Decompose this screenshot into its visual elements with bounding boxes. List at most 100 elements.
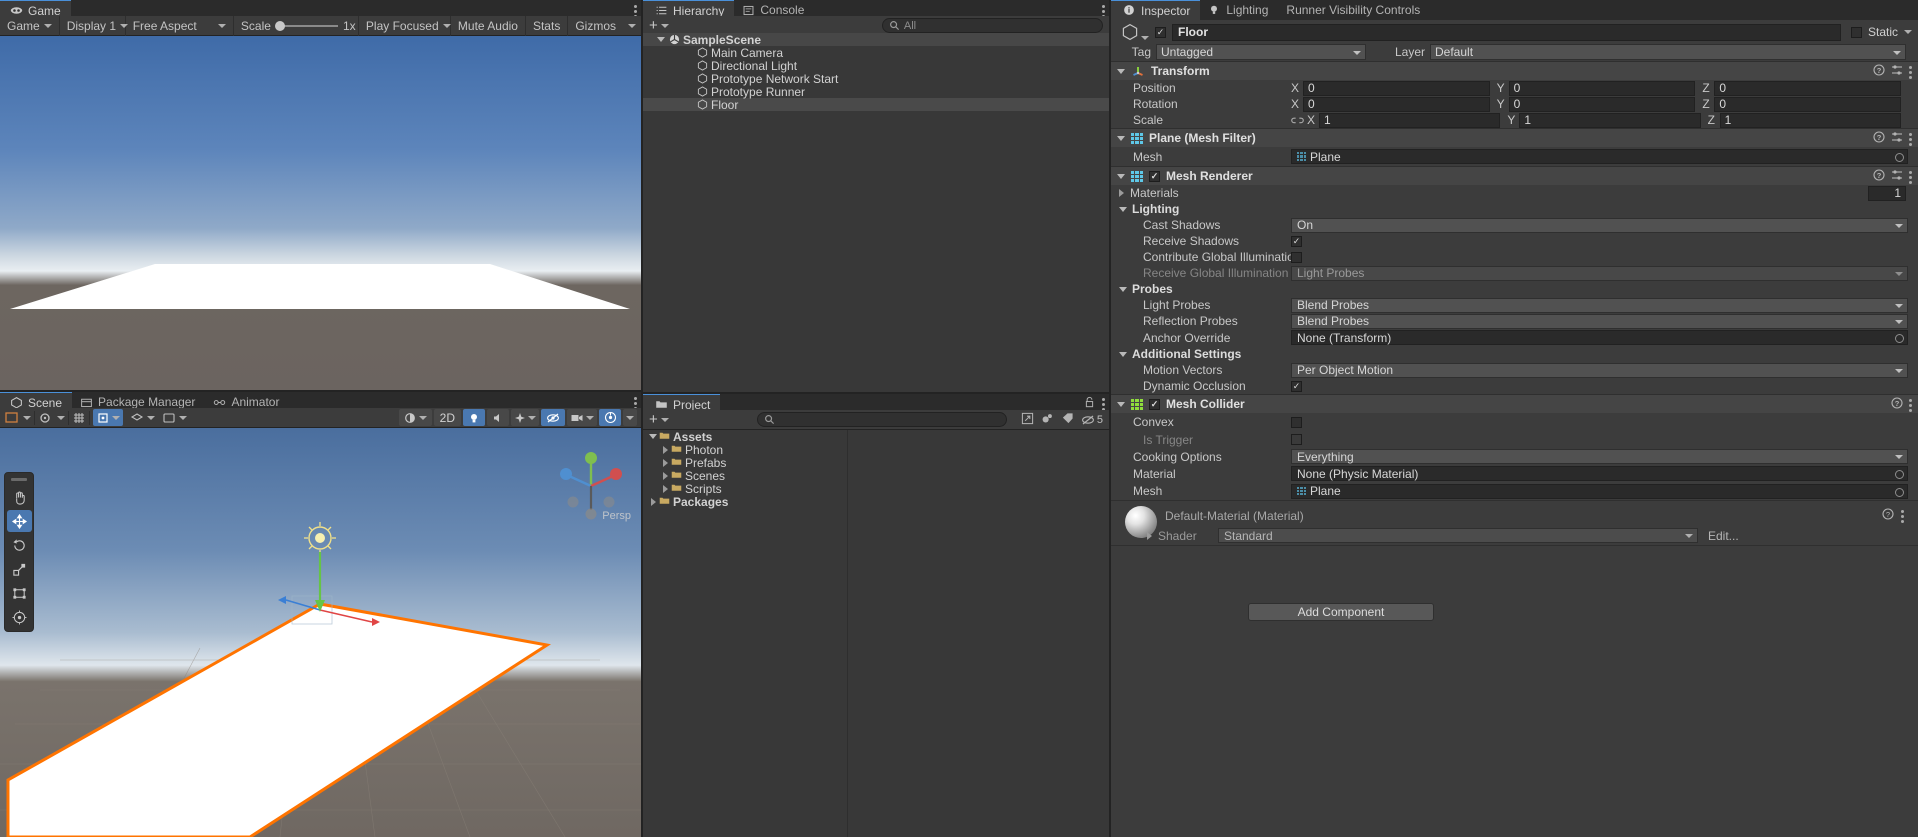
mesh-renderer-header[interactable]: ✓ Mesh Renderer ? bbox=[1111, 167, 1918, 185]
hierarchy-item-directional-light[interactable]: Directional Light bbox=[643, 59, 1109, 73]
hierarchy-item-prototype-runner[interactable]: Prototype Runner bbox=[643, 85, 1109, 99]
shader-edit-button[interactable]: Edit... bbox=[1704, 529, 1745, 543]
scene-tool-palette[interactable] bbox=[4, 472, 34, 632]
chevron-down-icon[interactable] bbox=[1117, 68, 1125, 74]
hidden-count-icon[interactable]: 5 bbox=[1081, 414, 1103, 426]
light-probes-dropdown[interactable]: Blend Probes bbox=[1291, 297, 1908, 313]
chevron-down-icon[interactable] bbox=[1119, 351, 1127, 357]
contribute-gi-checkbox[interactable] bbox=[1291, 251, 1302, 263]
scene-audio-toggle[interactable] bbox=[487, 409, 509, 426]
game-gizmos-dropdown[interactable] bbox=[623, 16, 641, 36]
collider-mesh-field[interactable]: Plane bbox=[1291, 483, 1908, 499]
kebab-icon[interactable] bbox=[1102, 397, 1105, 411]
materials-count-field[interactable]: 1 bbox=[1868, 185, 1906, 201]
kebab-icon[interactable] bbox=[1909, 132, 1912, 146]
chevron-down-icon[interactable] bbox=[657, 37, 665, 42]
rotation-z-field[interactable]: 0 bbox=[1714, 96, 1902, 112]
project-item-assets[interactable]: Assets bbox=[643, 430, 847, 444]
transform-tool-button[interactable] bbox=[7, 606, 32, 628]
scene-layers-toggle[interactable] bbox=[130, 411, 155, 425]
scale-z-field[interactable]: 1 bbox=[1719, 112, 1901, 128]
filter-label-icon[interactable] bbox=[1061, 412, 1074, 428]
vertical-divider-right[interactable] bbox=[1109, 0, 1111, 837]
preset-icon[interactable] bbox=[1891, 131, 1903, 146]
preset-icon[interactable] bbox=[1891, 64, 1903, 79]
tab-lighting[interactable]: Lighting bbox=[1200, 0, 1279, 20]
help-icon[interactable]: ? bbox=[1873, 63, 1885, 79]
project-tab-options[interactable] bbox=[1084, 396, 1105, 411]
chevron-right-icon[interactable] bbox=[662, 484, 668, 493]
position-x-field[interactable]: 0 bbox=[1303, 80, 1490, 96]
game-playmode-dropdown[interactable]: Play Focused bbox=[359, 15, 451, 36]
game-aspect-dropdown[interactable]: Free Aspect bbox=[126, 15, 234, 36]
motion-vectors-dropdown[interactable]: Per Object Motion bbox=[1291, 362, 1908, 378]
kebab-icon[interactable] bbox=[1909, 170, 1912, 184]
anchor-override-field[interactable]: None (Transform) bbox=[1291, 330, 1908, 345]
add-component-button[interactable]: Add Component bbox=[1248, 603, 1434, 621]
chevron-down-icon[interactable] bbox=[1117, 173, 1125, 179]
scene-fx-toggle[interactable] bbox=[511, 409, 539, 426]
vertical-divider-left[interactable] bbox=[641, 0, 643, 837]
additional-settings-header[interactable]: Additional Settings bbox=[1111, 346, 1918, 362]
scene-pivot-toggle[interactable] bbox=[38, 411, 65, 425]
scale-tool-button[interactable] bbox=[7, 558, 32, 580]
object-picker-icon[interactable] bbox=[1895, 470, 1904, 479]
mesh-collider-enabled-checkbox[interactable]: ✓ bbox=[1149, 398, 1160, 410]
object-picker-icon[interactable] bbox=[1895, 487, 1904, 497]
reflection-probes-dropdown[interactable]: Blend Probes bbox=[1291, 313, 1908, 329]
chevron-right-icon[interactable] bbox=[662, 445, 668, 454]
project-search-input[interactable] bbox=[756, 412, 1007, 427]
palette-grip[interactable] bbox=[11, 478, 27, 481]
rotate-tool-button[interactable] bbox=[7, 534, 32, 556]
tag-dropdown[interactable]: Untagged bbox=[1156, 43, 1366, 60]
hierarchy-item-floor[interactable]: Floor bbox=[643, 98, 1109, 112]
chevron-right-icon[interactable] bbox=[662, 458, 668, 467]
game-target-dropdown[interactable]: Game bbox=[0, 15, 60, 36]
hierarchy-item-main-camera[interactable]: Main Camera bbox=[643, 46, 1109, 60]
convex-checkbox[interactable] bbox=[1291, 416, 1302, 428]
help-icon[interactable]: ? bbox=[1891, 396, 1903, 412]
horizontal-divider-mid[interactable] bbox=[643, 392, 1109, 394]
project-item-scenes[interactable]: Scenes bbox=[643, 469, 847, 483]
tab-inspector[interactable]: Inspector bbox=[1111, 0, 1201, 20]
game-stats-toggle[interactable]: Stats bbox=[526, 15, 569, 36]
help-icon[interactable]: ? bbox=[1873, 130, 1885, 146]
object-name-field[interactable]: Floor bbox=[1172, 23, 1841, 41]
open-in-new-icon[interactable] bbox=[1021, 412, 1034, 428]
scene-shading-dropdown[interactable] bbox=[398, 409, 432, 426]
kebab-icon[interactable] bbox=[1909, 65, 1912, 79]
project-item-scripts[interactable]: Scripts bbox=[643, 482, 847, 496]
scene-gizmos-dropdown[interactable] bbox=[623, 409, 637, 426]
hierarchy-item-prototype-network-start[interactable]: Prototype Network Start bbox=[643, 72, 1109, 86]
move-tool-button[interactable] bbox=[6, 510, 32, 532]
hand-tool-button[interactable] bbox=[7, 486, 32, 508]
object-picker-icon[interactable] bbox=[1895, 334, 1904, 343]
materials-row[interactable]: Materials 1 bbox=[1111, 185, 1918, 201]
cooking-options-dropdown[interactable]: Everything bbox=[1291, 449, 1908, 464]
link-broken-icon[interactable] bbox=[1291, 115, 1307, 126]
scale-x-field[interactable]: 1 bbox=[1319, 112, 1501, 128]
project-add-button[interactable]: + bbox=[643, 412, 675, 427]
chevron-down-icon[interactable] bbox=[649, 434, 657, 439]
receive-shadows-checkbox[interactable]: ✓ bbox=[1291, 235, 1302, 247]
lock-icon[interactable] bbox=[1084, 396, 1095, 411]
scene-tools-toggle[interactable] bbox=[162, 411, 187, 425]
project-item-photon[interactable]: Photon bbox=[643, 443, 847, 457]
lighting-section-header[interactable]: Lighting bbox=[1111, 201, 1918, 217]
layer-dropdown[interactable]: Default bbox=[1430, 43, 1906, 60]
mesh-object-field[interactable]: Plane bbox=[1291, 149, 1908, 164]
chevron-down-icon[interactable] bbox=[1119, 206, 1127, 212]
scene-lighting-toggle[interactable] bbox=[463, 409, 485, 426]
help-icon[interactable]: ? bbox=[1882, 508, 1894, 523]
scene-gizmo-toggle[interactable] bbox=[4, 411, 31, 425]
scene-2d-toggle[interactable]: 2D bbox=[433, 409, 461, 426]
kebab-icon[interactable] bbox=[1909, 398, 1912, 412]
preset-icon[interactable] bbox=[1891, 169, 1903, 184]
chevron-down-icon[interactable] bbox=[1117, 135, 1125, 141]
hierarchy-search-input[interactable]: All bbox=[881, 18, 1104, 33]
position-y-field[interactable]: 0 bbox=[1508, 80, 1696, 96]
rotation-x-field[interactable]: 0 bbox=[1303, 96, 1490, 112]
mesh-renderer-enabled-checkbox[interactable]: ✓ bbox=[1149, 170, 1160, 182]
mesh-collider-header[interactable]: ✓ Mesh Collider ? bbox=[1111, 395, 1918, 413]
chevron-down-icon[interactable] bbox=[1904, 30, 1912, 34]
